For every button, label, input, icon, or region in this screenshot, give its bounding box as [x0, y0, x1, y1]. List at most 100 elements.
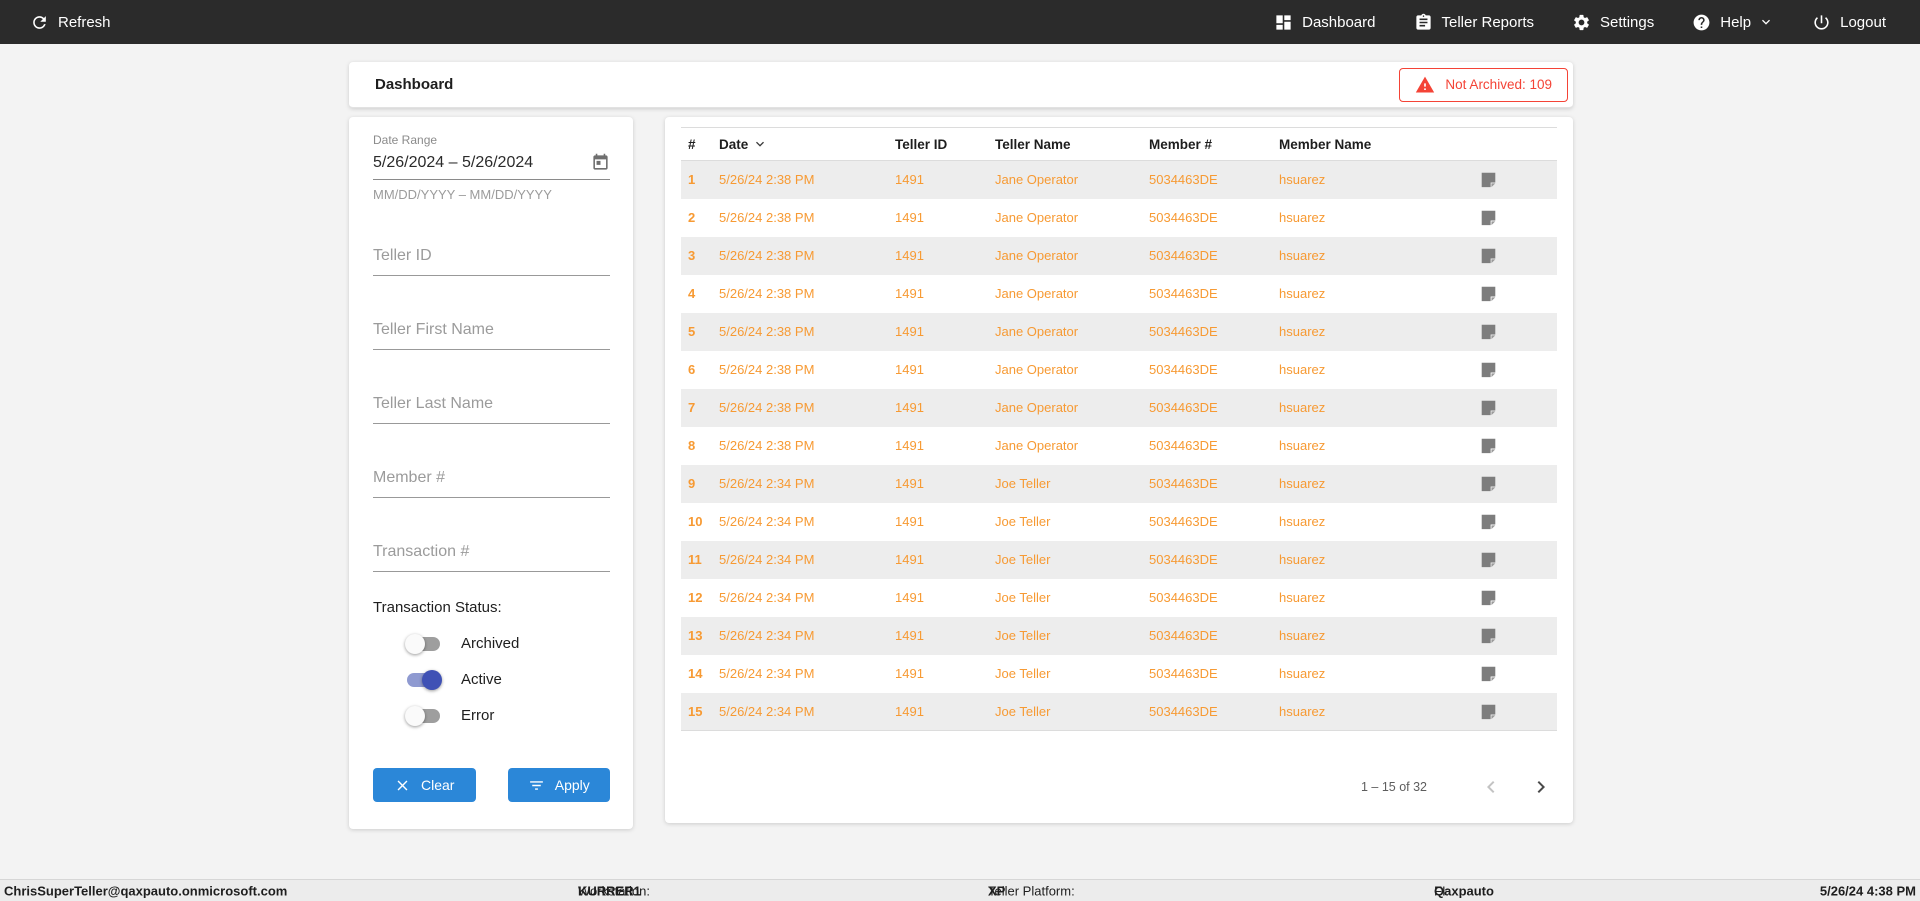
table-row[interactable]: 11 5/26/24 2:34 PM 1491 Joe Teller 5034463DE…	[681, 540, 1557, 579]
table-cell: 15	[688, 703, 703, 719]
nav-item-dashboard[interactable]: Dashboard	[1274, 13, 1376, 32]
next-page-button[interactable]	[1529, 775, 1553, 799]
table-cell: 1491	[895, 476, 924, 491]
table-cell: 5/26/24 2:38 PM	[719, 172, 815, 188]
table-cell: Jane Operator	[995, 248, 1079, 263]
toggle-active[interactable]: Active	[373, 669, 610, 690]
col-header-teller-id[interactable]: Teller ID	[895, 127, 995, 161]
table-row[interactable]: 10 5/26/24 2:34 PM 1491 Joe Teller 5034463DE…	[681, 503, 1557, 541]
note-icon[interactable]	[1480, 437, 1497, 454]
note-icon[interactable]	[1480, 171, 1497, 188]
filter-actions: Clear Apply	[373, 768, 610, 802]
col-header-member-number[interactable]: Member #	[1149, 127, 1279, 161]
table-row[interactable]: 5 5/26/24 2:38 PM 1491 Jane Operator 5034463…	[681, 312, 1557, 351]
note-cell	[1480, 579, 1557, 617]
help-icon	[1693, 14, 1710, 30]
toggle-error[interactable]: Error	[373, 705, 610, 726]
table-row[interactable]: 1 5/26/24 2:38 PM 1491 Jane Operator 5034463…	[681, 160, 1557, 199]
active-label: Active	[461, 671, 502, 688]
calendar-button[interactable]	[591, 153, 610, 172]
note-icon[interactable]	[1480, 627, 1497, 644]
note-icon[interactable]	[1480, 513, 1497, 530]
transaction-number-input[interactable]	[373, 537, 610, 572]
chevron-right-icon	[1537, 781, 1545, 793]
table-cell: Jane Operator	[995, 400, 1079, 415]
nav-item-settings[interactable]: Settings	[1572, 13, 1654, 32]
chevron-down-icon	[1762, 19, 1771, 25]
table-row[interactable]: 7 5/26/24 2:38 PM 1491 Jane Operator 5034463…	[681, 388, 1557, 427]
previous-page-button[interactable]	[1479, 775, 1503, 799]
note-icon[interactable]	[1480, 247, 1497, 264]
toggle-archived[interactable]: Archived	[373, 633, 610, 654]
apply-button[interactable]: Apply	[507, 768, 610, 802]
not-archived-badge[interactable]: Not Archived: 109	[1399, 67, 1568, 102]
table-cell: 5/26/24 2:38 PM	[719, 248, 815, 263]
error-switch[interactable]	[405, 705, 440, 726]
table-row[interactable]: 3 5/26/24 2:38 PM 1491 Jane Operator 5034463…	[681, 236, 1557, 275]
refresh-button[interactable]: Refresh	[30, 13, 111, 32]
chevron-left-icon	[1487, 781, 1495, 793]
table-cell: Joe Teller	[995, 703, 1051, 719]
table-cell: hsuarez	[1279, 210, 1326, 225]
teller-last-name-input[interactable]	[373, 389, 610, 424]
close-icon	[397, 780, 408, 790]
table-cell: 13	[688, 628, 703, 643]
table-row[interactable]: 8 5/26/24 2:38 PM 1491 Jane Operator 5034463…	[681, 427, 1557, 465]
note-icon[interactable]	[1480, 665, 1497, 682]
date-range-input[interactable]	[373, 153, 569, 172]
table-cell: Jane Operator	[995, 362, 1079, 377]
nav-item-teller-reports[interactable]: Teller Reports	[1414, 13, 1534, 32]
page-range-label: 1 – 15 of 32	[1360, 780, 1427, 794]
table-cell: hsuarez	[1279, 552, 1326, 567]
table-cell: 5034463DE	[1149, 552, 1218, 567]
col-header-member-name[interactable]: Member Name	[1279, 127, 1480, 161]
table-cell: 12	[688, 590, 703, 605]
table-cell: 5034463DE	[1149, 362, 1218, 377]
nav-item-help[interactable]: Help	[1692, 13, 1774, 32]
archived-switch[interactable]	[405, 633, 440, 654]
note-icon[interactable]	[1480, 323, 1497, 340]
table-row[interactable]: 12 5/26/24 2:34 PM 1491 Joe Teller 5034463DE…	[681, 579, 1557, 617]
table-row[interactable]: 14 5/26/24 2:34 PM 1491 Joe Teller 5034463DE…	[681, 655, 1557, 693]
transactions-tbody: 1 5/26/24 2:38 PM 1491 Jane Operator 5034463…	[681, 160, 1557, 731]
note-icon[interactable]	[1480, 551, 1497, 568]
active-switch[interactable]	[407, 669, 442, 690]
note-icon[interactable]	[1480, 285, 1497, 302]
col-header-teller-name[interactable]: Teller Name	[995, 127, 1149, 161]
note-icon[interactable]	[1480, 399, 1497, 416]
member-number-input[interactable]	[373, 463, 610, 498]
table-cell: 5/26/24 2:38 PM	[719, 362, 815, 377]
table-cell: 5/26/24 2:38 PM	[719, 324, 815, 339]
teller-id-input[interactable]	[373, 241, 610, 276]
filter-panel: Date Range MM/DD/YYYY – MM/DD/YYYY Trans…	[349, 117, 633, 829]
table-row[interactable]: 9 5/26/24 2:34 PM 1491 Joe Teller 5034463DE h…	[681, 464, 1557, 503]
table-cell: 1491	[895, 552, 924, 567]
teller-first-name-input[interactable]	[373, 315, 610, 350]
table-cell: 5034463DE	[1149, 172, 1218, 188]
table-row[interactable]: 2 5/26/24 2:38 PM 1491 Jane Operator 5034463…	[681, 199, 1557, 237]
note-cell	[1480, 617, 1557, 655]
table-cell: 7	[688, 400, 696, 415]
note-icon[interactable]	[1480, 361, 1497, 378]
note-icon[interactable]	[1480, 703, 1497, 720]
note-icon[interactable]	[1480, 589, 1497, 606]
table-cell: 1491	[895, 628, 924, 643]
table-row[interactable]: 6 5/26/24 2:38 PM 1491 Jane Operator 5034463…	[681, 351, 1557, 389]
main-area: Dashboard Not Archived: 109 Date Range M…	[0, 44, 1920, 879]
col-header-date[interactable]: Date	[719, 127, 895, 161]
power-icon	[1814, 14, 1829, 30]
table-row[interactable]: 4 5/26/24 2:38 PM 1491 Jane Operator 5034463…	[681, 275, 1557, 313]
table-cell: 5/26/24 2:34 PM	[719, 476, 815, 491]
table-cell: 1491	[895, 324, 924, 339]
table-cell: Jane Operator	[995, 324, 1079, 339]
col-header-number: #	[681, 127, 719, 161]
table-row[interactable]: 15 5/26/24 2:34 PM 1491 Joe Teller 5034463DE…	[681, 692, 1557, 731]
note-cell	[1480, 693, 1557, 731]
clear-button[interactable]: Clear	[373, 768, 476, 802]
table-row[interactable]: 13 5/26/24 2:34 PM 1491 Joe Teller 5034463DE…	[681, 616, 1557, 655]
note-icon[interactable]	[1480, 475, 1497, 492]
note-icon[interactable]	[1480, 209, 1497, 226]
nav-item-logout[interactable]: Logout	[1812, 13, 1886, 32]
table-cell: Jane Operator	[995, 210, 1079, 225]
note-cell	[1480, 351, 1557, 389]
